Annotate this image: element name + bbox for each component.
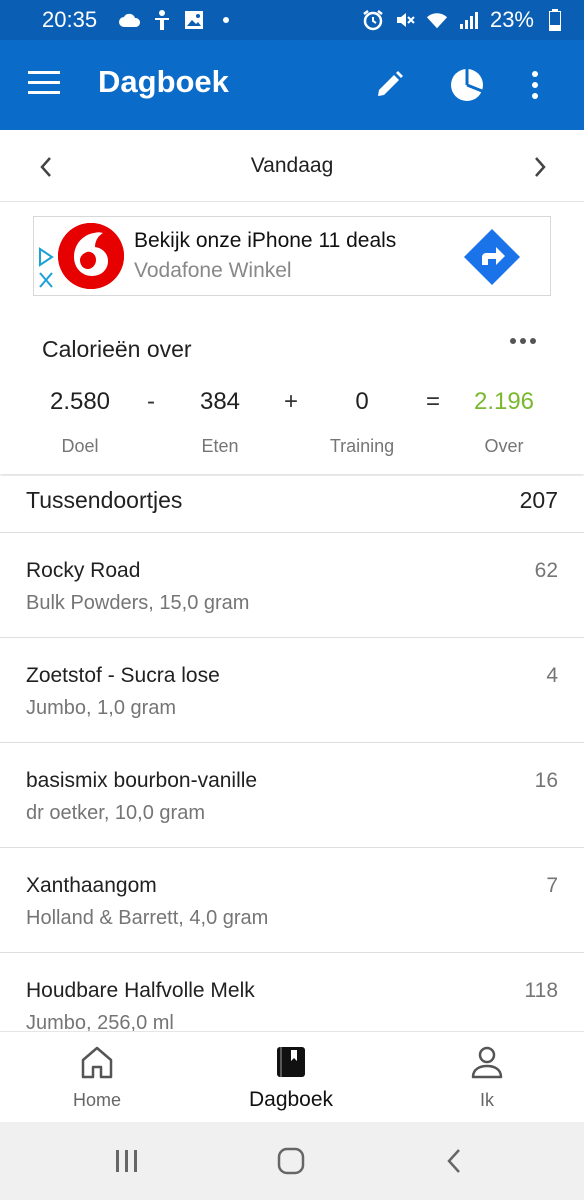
nav-diary-label: Dagboek [248,1088,334,1111]
meal-header[interactable]: Tussendoortjes 207 [0,476,584,533]
food-calories: 118 [524,979,558,1002]
dot-icon [215,9,237,31]
back-icon[interactable] [440,1146,470,1176]
more-options-icon[interactable] [508,334,538,354]
food-name: Rocky Road [26,559,141,582]
food-calories: 4 [546,664,558,687]
mute-icon [394,9,416,31]
pie-chart-icon[interactable] [448,66,486,104]
food-entry[interactable]: Houdbare Halfvolle Melk Jumbo, 256,0 ml … [0,953,584,1031]
meal-calories: 207 [519,487,558,513]
ad-headline: Bekijk onze iPhone 11 deals [134,229,397,252]
bottom-navigation: Home Dagboek Ik [0,1031,584,1122]
food-entry[interactable]: Rocky Road Bulk Powders, 15,0 gram 62 [0,533,584,638]
accessibility-icon [151,9,173,31]
food-entry[interactable]: basismix bourbon-vanille dr oetker, 10,0… [0,743,584,848]
hamburger-menu-icon[interactable] [28,70,62,100]
food-description: Jumbo, 1,0 gram [26,697,177,719]
nav-diary[interactable]: Dagboek [194,1032,388,1123]
ad-choices-icon[interactable] [36,247,58,291]
food-calories: 16 [534,769,558,792]
food-name: Xanthaangom [26,874,157,897]
food-description: Bulk Powders, 15,0 gram [26,592,250,614]
status-time: 20:35 [42,7,98,32]
home-icon [79,1044,115,1080]
food-name: Houdbare Halfvolle Melk [26,979,255,1002]
nav-me-label: Ik [479,1090,494,1110]
exercise-value: 0 [355,388,369,415]
food-description: Jumbo, 256,0 ml [26,1012,174,1031]
food-value: 384 [199,388,241,415]
remaining-value: 2.196 [473,388,535,415]
food-name: Zoetstof - Sucra lose [26,664,220,687]
cloud-icon [119,9,141,31]
nav-me[interactable]: Ik [390,1032,584,1123]
nav-home[interactable]: Home [0,1032,194,1123]
nav-home-label: Home [72,1090,121,1110]
alarm-icon [362,9,384,31]
system-navigation-bar [0,1122,584,1200]
goal-value: 2.580 [49,388,111,415]
battery-icon [544,9,566,31]
battery-percent: 23% [489,7,534,32]
next-day-chevron-icon[interactable] [524,152,554,182]
exercise-label: Training [329,436,395,456]
food-entry[interactable]: Zoetstof - Sucra lose Jumbo, 1,0 gram 4 [0,638,584,743]
edit-icon[interactable] [370,66,408,104]
current-date-label[interactable]: Vandaag [0,154,584,178]
person-icon [469,1044,505,1080]
food-description: Holland & Barrett, 4,0 gram [26,907,269,929]
food-label: Eten [201,436,239,456]
ad-banner[interactable]: Bekijk onze iPhone 11 deals Vodafone Win… [33,216,551,296]
overflow-menu-icon[interactable] [516,66,554,104]
vodafone-logo-icon [58,223,124,289]
home-button-icon[interactable] [276,1146,306,1176]
diary-list[interactable]: Tussendoortjes 207 Rocky Road Bulk Powde… [0,476,584,1031]
date-navigator: Vandaag [0,130,584,202]
directions-arrow-icon[interactable] [462,227,522,287]
food-description: dr oetker, 10,0 gram [26,802,205,824]
calories-title: Calorieën over [42,336,192,362]
remaining-label: Over [484,436,524,456]
meal-title: Tussendoortjes [26,487,183,513]
calories-remaining-card: Calorieën over 2.580 - 384 + 0 = 2.196 D… [0,300,584,474]
wifi-icon [426,9,448,31]
recent-apps-icon[interactable] [112,1146,142,1176]
food-calories: 7 [546,874,558,897]
app-bar: Dagboek [0,40,584,130]
signal-icon [458,9,480,31]
status-bar: 20:35 23% [0,0,584,40]
food-name: basismix bourbon-vanille [26,769,258,792]
diary-book-icon [273,1044,309,1080]
goal-label: Doel [61,436,99,456]
image-icon [183,9,205,31]
ad-advertiser: Vodafone Winkel [134,259,292,282]
page-title: Dagboek [98,64,229,99]
food-calories: 62 [534,559,558,582]
food-entry[interactable]: Xanthaangom Holland & Barrett, 4,0 gram … [0,848,584,953]
